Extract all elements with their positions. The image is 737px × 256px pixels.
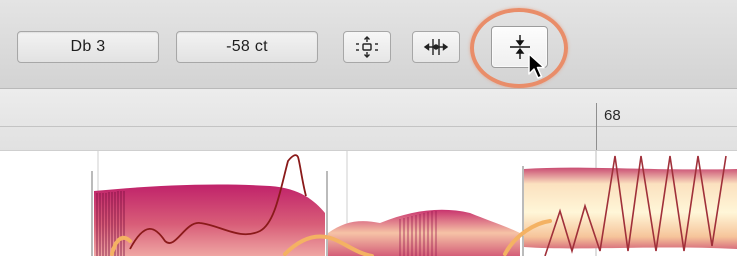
- pitch-value-field[interactable]: Db 3: [17, 31, 159, 63]
- ruler-divider: [0, 126, 737, 127]
- bar-marker-line: [596, 103, 597, 150]
- note-blob-1: [94, 184, 325, 256]
- pitch-value-text: Db 3: [70, 38, 106, 55]
- pitch-tool-button[interactable]: [343, 31, 391, 63]
- formant-tool-button[interactable]: [412, 31, 460, 63]
- note-editor-canvas: [91, 151, 737, 256]
- cents-value-field[interactable]: -58 ct: [176, 31, 318, 63]
- timeline-ruler[interactable]: 68: [0, 89, 737, 150]
- toolbar: Db 3 -58 ct: [0, 0, 737, 89]
- highlight-ring: [470, 8, 568, 88]
- bar-number-label: 68: [604, 107, 621, 124]
- pitch-tool-icon: [356, 36, 378, 58]
- note-editor[interactable]: [0, 150, 737, 256]
- cents-value-text: -58 ct: [226, 38, 268, 55]
- formant-tool-icon: [423, 39, 449, 55]
- mouse-pointer-icon: [528, 53, 545, 79]
